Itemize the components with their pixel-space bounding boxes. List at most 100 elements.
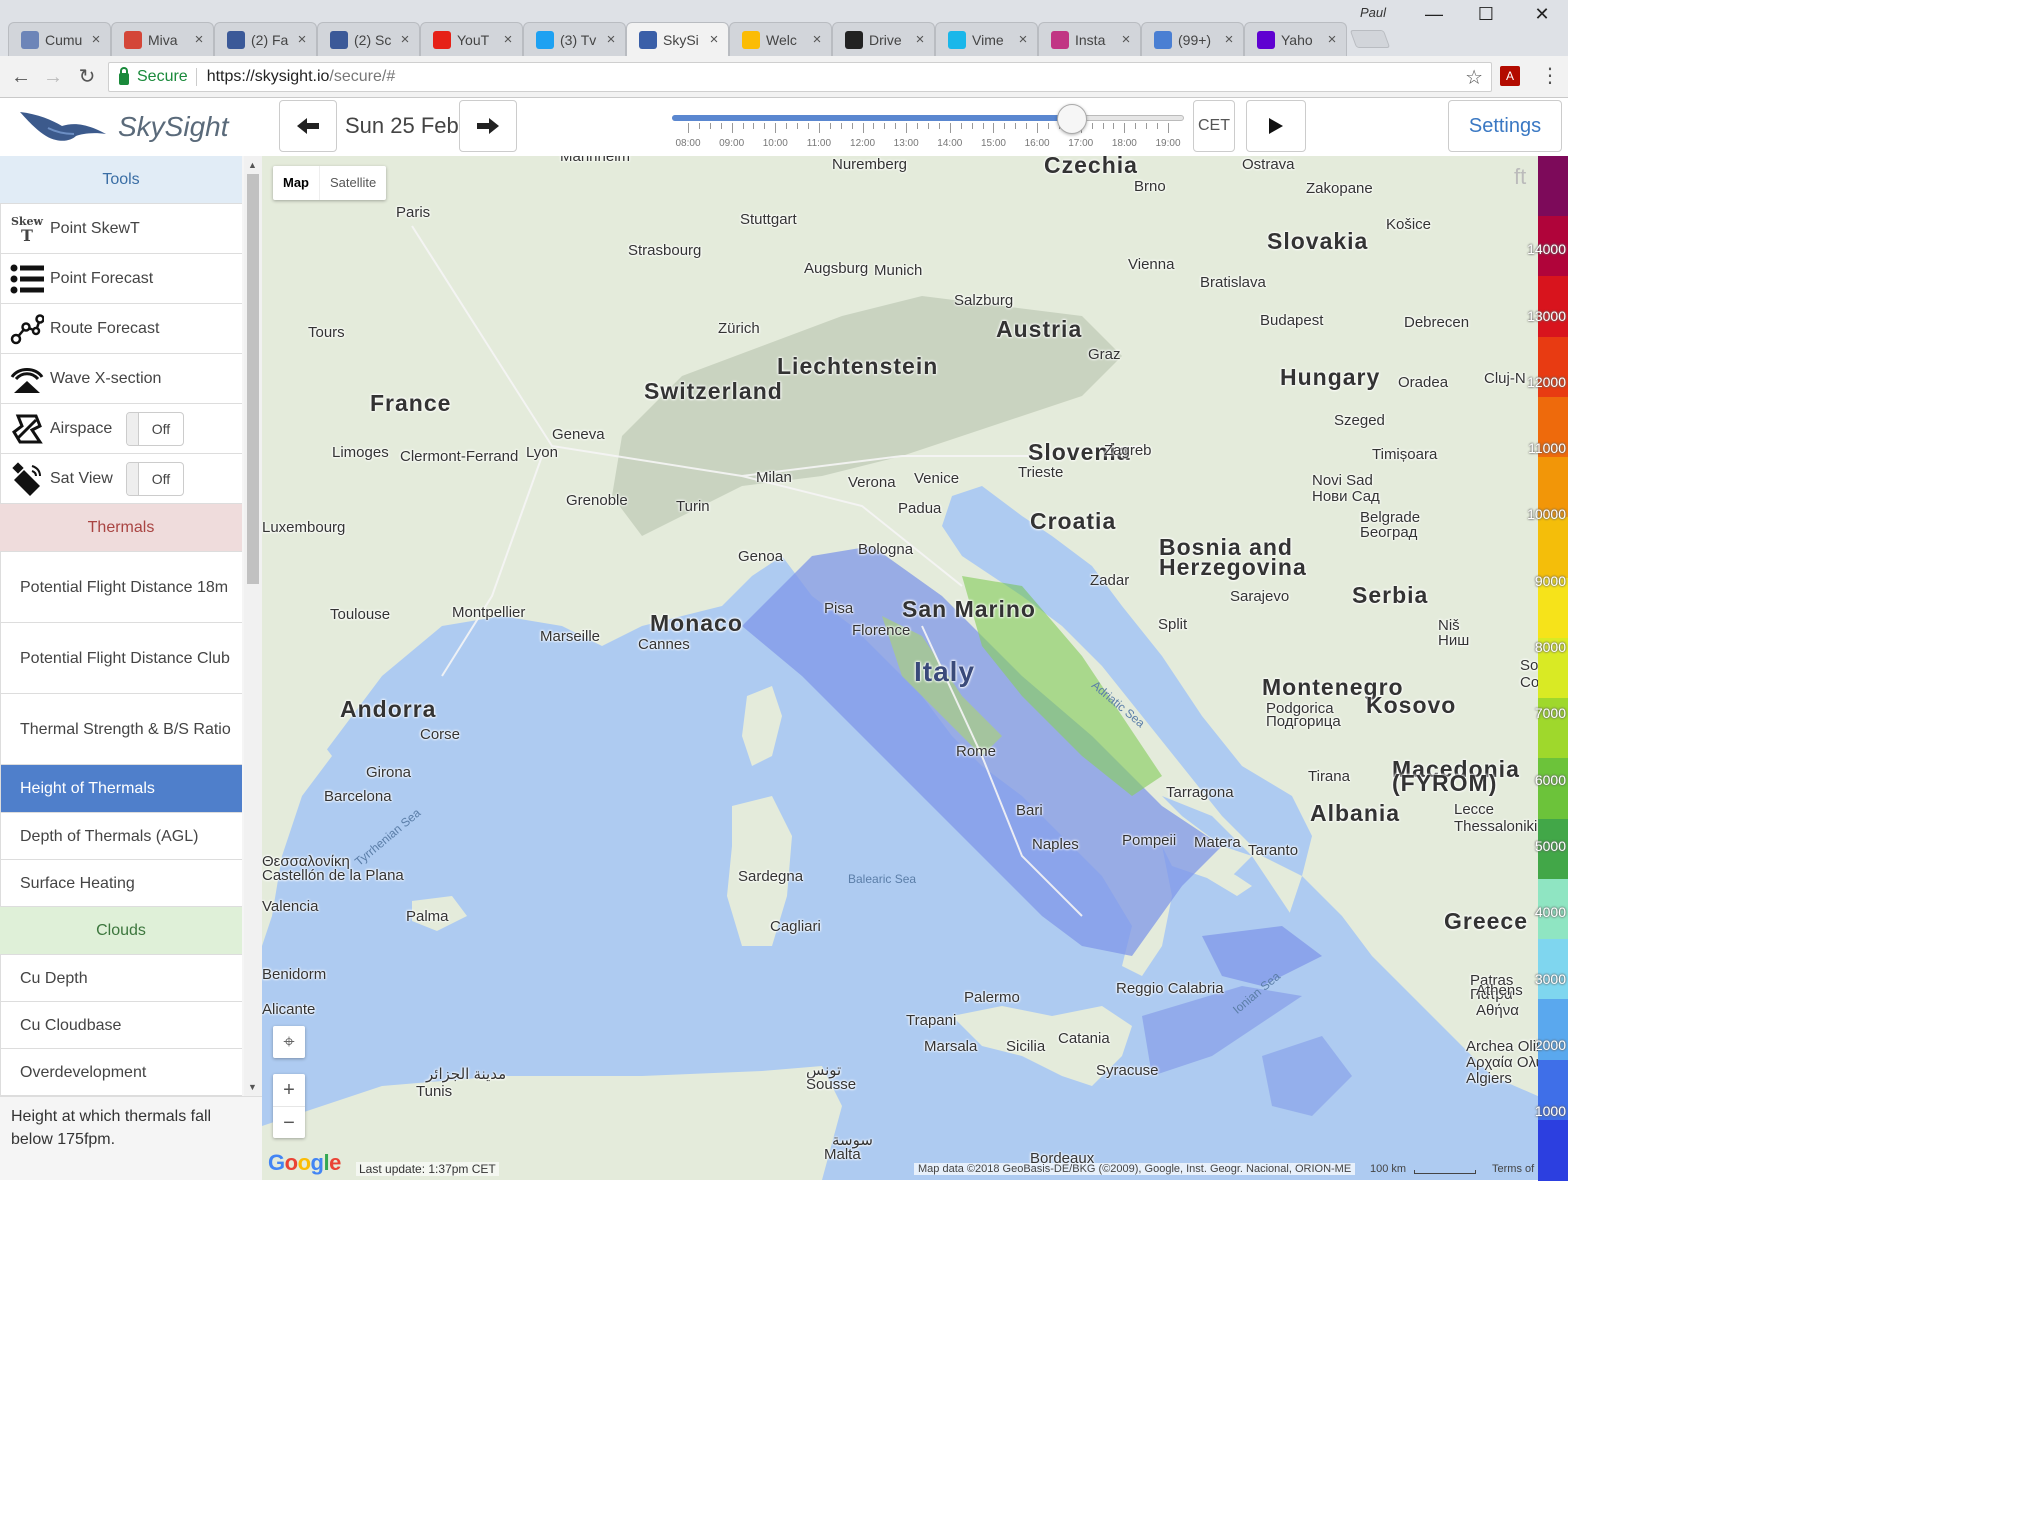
browser-tab[interactable]: YouT × <box>420 22 523 56</box>
next-day-button[interactable] <box>459 100 517 152</box>
time-tick <box>960 123 962 129</box>
tab-close-icon[interactable]: × <box>191 31 207 48</box>
scroll-up-icon[interactable]: ▲ <box>248 160 257 170</box>
map-scale-label[interactable]: 100 km <box>1370 1163 1406 1175</box>
skewt-icon-letter: T <box>21 225 33 245</box>
layer-cu-depth[interactable]: Cu Depth <box>0 955 242 1002</box>
layer-overdevelopment[interactable]: Overdevelopment <box>0 1049 242 1096</box>
my-location-button[interactable]: ⌖ <box>273 1026 305 1058</box>
browser-tab[interactable]: Yaho × <box>1244 22 1347 56</box>
tab-close-icon[interactable]: × <box>1221 31 1237 48</box>
list-icon <box>9 261 45 297</box>
browser-tab[interactable]: Drive × <box>832 22 935 56</box>
city-label: Toulouse <box>330 606 391 623</box>
layer-depth-of-thermals[interactable]: Depth of Thermals (AGL) <box>0 813 242 860</box>
browser-tab[interactable]: Miva × <box>111 22 214 56</box>
map-attribution[interactable]: Map data ©2018 GeoBasis-DE/BKG (©2009), … <box>914 1163 1356 1175</box>
map-canvas[interactable] <box>262 156 1538 1180</box>
previous-day-button[interactable] <box>279 100 337 152</box>
tool-point-skewt[interactable]: Skew T Point SkewT <box>0 204 242 254</box>
close-window-icon[interactable]: ✕ <box>1522 4 1562 28</box>
back-icon[interactable]: ← <box>8 64 34 90</box>
color-scale-label: 12000 <box>1527 374 1566 390</box>
reload-icon[interactable]: ↻ <box>74 64 100 90</box>
layer-description: Height at which thermals fall below 175f… <box>0 1096 262 1180</box>
tab-close-icon[interactable]: × <box>294 31 310 48</box>
play-button[interactable] <box>1246 100 1306 152</box>
tab-close-icon[interactable]: × <box>706 31 722 48</box>
city-label: Ниш <box>1438 632 1470 649</box>
browser-tab[interactable]: (2) Sc × <box>317 22 420 56</box>
scrollbar-thumb[interactable] <box>247 174 259 584</box>
sidebar-scrollbar[interactable]: ▲ ▼ <box>244 156 262 1096</box>
layer-cu-cloudbase[interactable]: Cu Cloudbase <box>0 1002 242 1049</box>
tab-close-icon[interactable]: × <box>1324 31 1340 48</box>
color-scale-label: 8000 <box>1534 639 1566 655</box>
browser-tab[interactable]: Cumu × <box>8 22 111 56</box>
map-view[interactable]: France Switzerland Austria Liechtenstein Slo… <box>262 156 1538 1180</box>
sat-view-toggle[interactable]: Off <box>126 461 184 496</box>
browser-tab[interactable]: Welc × <box>729 22 832 56</box>
airspace-icon <box>9 411 45 447</box>
time-tick <box>895 123 897 129</box>
locate-icon: ⌖ <box>283 1031 295 1053</box>
city-label: Vienna <box>1128 256 1175 273</box>
tab-close-icon[interactable]: × <box>603 31 619 48</box>
layer-potential-flight-distance-18m[interactable]: Potential Flight Distance 18m <box>0 552 242 623</box>
maximize-icon[interactable]: ☐ <box>1466 4 1506 28</box>
timezone-button[interactable]: CET <box>1193 100 1235 152</box>
tool-point-forecast[interactable]: Point Forecast <box>0 254 242 304</box>
layer-surface-heating[interactable]: Surface Heating <box>0 860 242 907</box>
twitter-icon <box>536 30 554 49</box>
browser-menu-icon[interactable]: ⋮ <box>1540 64 1560 88</box>
date-label: Sun 25 Feb <box>345 113 459 138</box>
tool-wave-xsection[interactable]: Wave X-section <box>0 354 242 404</box>
eagle-logo-icon[interactable] <box>18 104 108 148</box>
map-type-map-button[interactable]: Map <box>273 166 319 200</box>
browser-tab[interactable]: (2) Fa × <box>214 22 317 56</box>
layer-potential-flight-distance-club[interactable]: Potential Flight Distance Club <box>0 623 242 694</box>
tab-close-icon[interactable]: × <box>809 31 825 48</box>
layer-thermal-strength[interactable]: Thermal Strength & B/S Ratio <box>0 694 242 765</box>
minimize-icon[interactable]: — <box>1414 4 1454 28</box>
tab-close-icon[interactable]: × <box>397 31 413 48</box>
browser-tab[interactable]: (3) Tv × <box>523 22 626 56</box>
airspace-toggle[interactable]: Off <box>126 411 184 446</box>
tab-title: Welc <box>766 31 797 48</box>
tool-airspace[interactable]: Airspace Off <box>0 404 242 454</box>
time-tick <box>698 123 700 129</box>
new-tab-button[interactable] <box>1349 30 1391 48</box>
url-input[interactable]: Secure https://skysight.io/secure/# ☆ <box>108 62 1492 92</box>
tab-close-icon[interactable]: × <box>88 31 104 48</box>
layer-height-of-thermals[interactable]: Height of Thermals <box>0 765 242 813</box>
pdf-extension-icon[interactable]: A <box>1500 66 1520 86</box>
time-tick-label: 17:00 <box>1068 138 1094 149</box>
time-slider-handle[interactable] <box>1057 104 1087 134</box>
zoom-in-button[interactable]: + <box>273 1074 305 1106</box>
forward-icon[interactable]: → <box>40 64 66 90</box>
tool-sat-view[interactable]: Sat View Off <box>0 454 242 504</box>
country-label: Croatia <box>1030 508 1117 534</box>
browser-tab[interactable]: (99+) × <box>1141 22 1244 56</box>
city-label: Marsala <box>924 1038 978 1055</box>
map-type-satellite-button[interactable]: Satellite <box>319 166 386 200</box>
tab-close-icon[interactable]: × <box>912 31 928 48</box>
bookmark-star-icon[interactable]: ☆ <box>1465 65 1483 90</box>
zoom-out-button[interactable]: − <box>273 1106 305 1138</box>
time-slider[interactable]: 08:00 09:00 10:00 11:00 12:00 13:00 14:00 15:00… <box>670 98 1188 156</box>
color-scale-label: 6000 <box>1534 772 1566 788</box>
browser-tab[interactable]: Vime × <box>935 22 1038 56</box>
tab-close-icon[interactable]: × <box>500 31 516 48</box>
scroll-down-icon[interactable]: ▼ <box>248 1082 257 1092</box>
country-label: San Marino <box>902 596 1036 622</box>
tab-close-icon[interactable]: × <box>1118 31 1134 48</box>
profile-name[interactable]: Paul <box>1360 5 1386 20</box>
terms-link[interactable]: Terms of <box>1492 1163 1534 1175</box>
browser-tab[interactable]: Insta × <box>1038 22 1141 56</box>
browser-tab[interactable]: SkySi × <box>626 22 729 56</box>
time-tick <box>1015 123 1017 129</box>
time-tick <box>884 123 886 129</box>
settings-button[interactable]: Settings <box>1448 100 1562 152</box>
tool-route-forecast[interactable]: Route Forecast <box>0 304 242 354</box>
tab-close-icon[interactable]: × <box>1015 31 1031 48</box>
